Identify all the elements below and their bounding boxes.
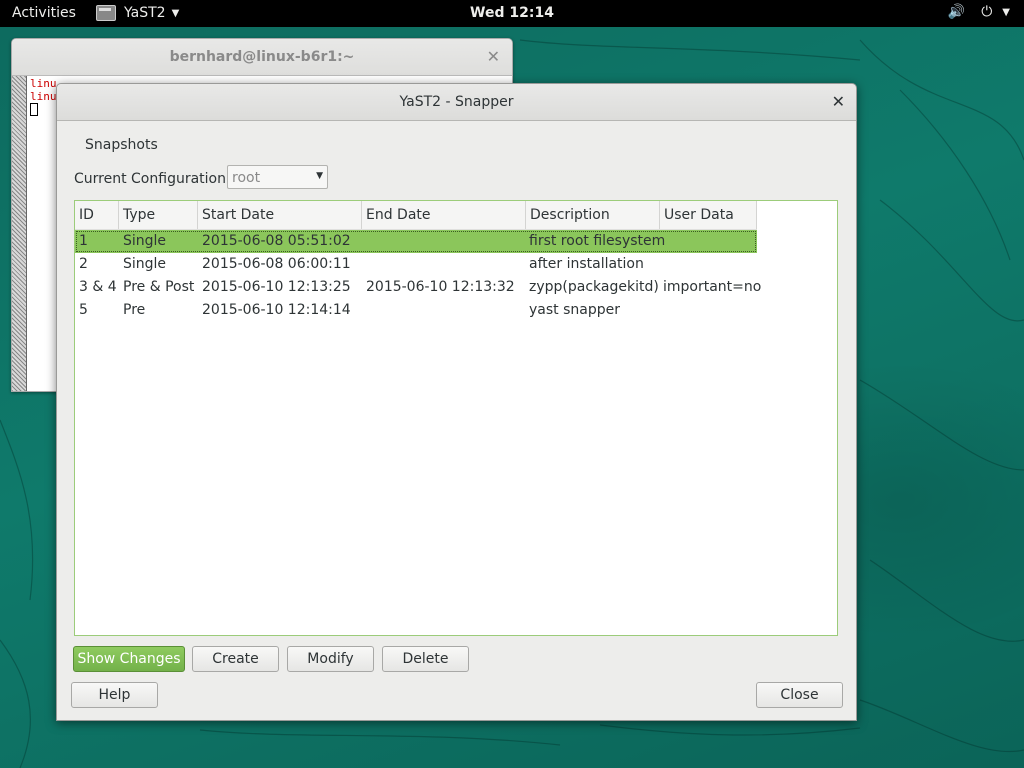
column-header-id[interactable]: ID	[75, 201, 119, 229]
table-row[interactable]: 1 Single 2015-06-08 05:51:02 first root …	[75, 230, 757, 253]
terminal-title: bernhard@linux-b6r1:~	[169, 49, 355, 65]
dialog-titlebar[interactable]: YaST2 - Snapper ✕	[57, 84, 856, 121]
cell-user-data: important=no	[663, 279, 762, 295]
snapshots-table[interactable]: ID Type Start Date End Date Description …	[74, 200, 838, 636]
table-row[interactable]: 3 & 4 Pre & Post 2015-06-10 12:13:25 201…	[75, 276, 761, 299]
table-row[interactable]: 2 Single 2015-06-08 06:00:11 after insta…	[75, 253, 757, 276]
cell-type: Single	[123, 233, 167, 249]
cell-type: Single	[123, 256, 167, 272]
cell-type: Pre	[123, 302, 146, 318]
column-header-description[interactable]: Description	[526, 201, 660, 229]
cell-start-date: 2015-06-10 12:14:14	[202, 302, 351, 318]
cell-end-date: 2015-06-10 12:13:32	[366, 279, 515, 295]
cell-id: 1	[79, 233, 88, 249]
cell-description: yast snapper	[529, 302, 620, 318]
delete-button[interactable]: Delete	[382, 646, 469, 672]
cell-id: 2	[79, 256, 88, 272]
power-icon: ⏻	[981, 4, 993, 20]
cell-description: after installation	[529, 256, 644, 272]
cell-type: Pre & Post	[123, 279, 195, 295]
activities-button[interactable]: Activities	[12, 5, 76, 21]
yast-app-icon	[96, 5, 116, 21]
cell-id: 3 & 4	[79, 279, 117, 295]
create-button[interactable]: Create	[192, 646, 279, 672]
terminal-cursor	[30, 103, 38, 116]
table-header: ID Type Start Date End Date Description …	[75, 201, 757, 230]
clock[interactable]: Wed 12:14	[470, 5, 554, 21]
chevron-down-icon: ▼	[316, 171, 323, 181]
config-select-value: root	[232, 170, 261, 186]
cell-start-date: 2015-06-10 12:13:25	[202, 279, 351, 295]
column-header-type[interactable]: Type	[119, 201, 198, 229]
config-label: Current Configuration	[74, 171, 226, 187]
close-icon[interactable]: ✕	[487, 47, 500, 66]
close-icon[interactable]: ✕	[832, 92, 845, 111]
cell-description: first root filesystem	[529, 233, 666, 249]
cell-description: zypp(packagekitd)	[529, 279, 659, 295]
terminal-line: linu	[30, 77, 57, 90]
dialog-title: YaST2 - Snapper	[399, 94, 514, 110]
section-heading: Snapshots	[85, 137, 158, 153]
cell-start-date: 2015-06-08 05:51:02	[202, 233, 351, 249]
show-changes-button[interactable]: Show Changes	[73, 646, 185, 672]
chevron-down-icon: ▼	[171, 7, 180, 19]
status-menu[interactable]: 🔊 ⏻ ▼	[932, 4, 1010, 20]
modify-button[interactable]: Modify	[287, 646, 374, 672]
terminal-line: linu	[30, 90, 57, 103]
column-header-start-date[interactable]: Start Date	[198, 201, 362, 229]
chevron-down-icon: ▼	[1002, 6, 1010, 18]
top-bar: Activities YaST2 ▼ Wed 12:14 🔊 ⏻ ▼	[0, 0, 1024, 27]
help-button[interactable]: Help	[71, 682, 158, 708]
close-button[interactable]: Close	[756, 682, 843, 708]
column-header-user-data[interactable]: User Data	[660, 201, 757, 229]
app-menu[interactable]: YaST2 ▼	[96, 3, 179, 23]
cell-id: 5	[79, 302, 88, 318]
config-select[interactable]: root ▼	[227, 165, 328, 189]
snapper-dialog: YaST2 - Snapper ✕ Snapshots Current Conf…	[56, 83, 857, 721]
volume-icon: 🔊	[947, 4, 966, 20]
terminal-output[interactable]: linu linu	[30, 77, 57, 119]
table-row[interactable]: 5 Pre 2015-06-10 12:14:14 yast snapper	[75, 299, 757, 322]
terminal-titlebar[interactable]: bernhard@linux-b6r1:~ ✕	[12, 39, 512, 76]
terminal-scrollbar[interactable]	[12, 76, 27, 391]
cell-start-date: 2015-06-08 06:00:11	[202, 256, 351, 272]
app-menu-label: YaST2	[124, 5, 166, 21]
column-header-end-date[interactable]: End Date	[362, 201, 526, 229]
